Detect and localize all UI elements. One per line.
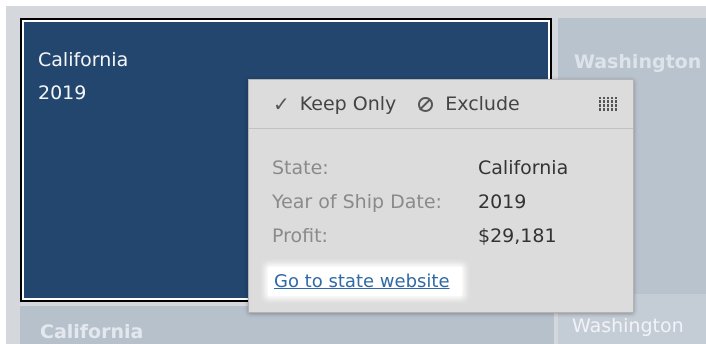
field-label: Profit: xyxy=(272,225,328,247)
exclude-button[interactable]: Exclude xyxy=(418,93,520,115)
tooltip-row-state: State: California xyxy=(272,151,633,185)
field-label: Year of Ship Date: xyxy=(272,191,442,213)
field-label: State: xyxy=(272,157,329,179)
tooltip-row-profit: Profit: $29,181 xyxy=(272,219,633,253)
tile-state-label: Washington xyxy=(574,51,702,73)
tooltip-row-year: Year of Ship Date: 2019 xyxy=(272,185,633,219)
tooltip-toolbar: ✓ Keep Only Exclude xyxy=(249,80,633,129)
field-value: California xyxy=(478,157,569,179)
keep-only-label: Keep Only xyxy=(299,93,397,115)
field-value: 2019 xyxy=(478,191,527,213)
exclude-label: Exclude xyxy=(445,93,520,115)
keep-only-button[interactable]: ✓ Keep Only xyxy=(273,92,396,116)
tile-state-label: California xyxy=(38,49,129,71)
go-to-state-website-link[interactable]: Go to state website xyxy=(274,271,450,292)
link-highlight: Go to state website xyxy=(268,267,462,296)
checkmark-icon: ✓ xyxy=(273,92,290,116)
tooltip-body: State: California Year of Ship Date: 201… xyxy=(249,129,633,296)
mark-tooltip: ✓ Keep Only Exclude State: California Ye… xyxy=(248,79,634,313)
view-data-grid-icon[interactable] xyxy=(599,96,617,112)
tile-state-label: California xyxy=(40,321,144,343)
tile-state-label: Washington xyxy=(572,315,684,337)
field-value: $29,181 xyxy=(478,225,557,247)
exclude-icon xyxy=(418,96,434,112)
